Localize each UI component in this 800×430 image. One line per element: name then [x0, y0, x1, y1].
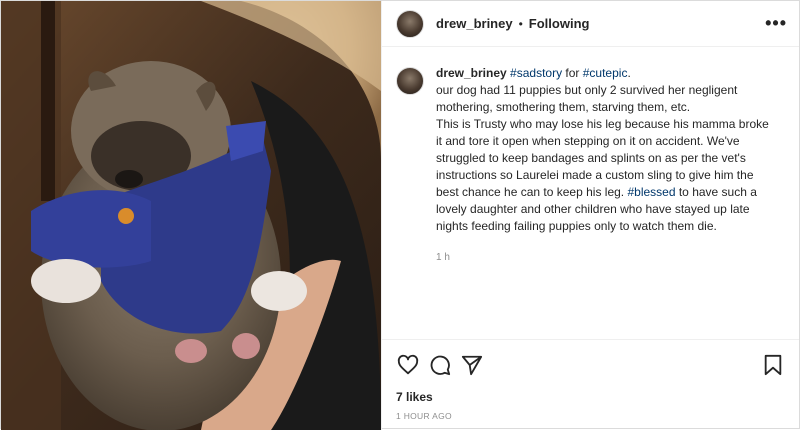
hashtag-sadstory[interactable]: #sadstory	[510, 66, 562, 80]
header-separator: •	[518, 16, 523, 31]
post-timestamp: 1 HOUR AGO	[396, 411, 452, 421]
caption-line-2: our dog had 11 puppies but only 2 surviv…	[436, 83, 738, 114]
comment-icon[interactable]	[424, 349, 456, 381]
likes-count[interactable]: 7 likes	[396, 390, 433, 404]
hashtag-cutepic[interactable]: #cutepic	[583, 66, 628, 80]
post-card: drew_briney • Following ••• drew_briney …	[0, 0, 800, 430]
more-options-icon[interactable]: •••	[765, 13, 787, 34]
caption-text: drew_briney #sadstory for #cutepic. our …	[436, 65, 776, 266]
caption-timestamp[interactable]: 1 h	[436, 249, 776, 266]
caption-for: for	[562, 66, 583, 80]
action-bar	[382, 339, 799, 389]
post-image[interactable]	[1, 1, 381, 430]
puppy-photo	[1, 1, 381, 430]
share-icon[interactable]	[456, 349, 488, 381]
follow-status-button[interactable]: Following	[529, 16, 590, 31]
header-username[interactable]: drew_briney	[436, 16, 513, 31]
heart-icon[interactable]	[392, 349, 424, 381]
caption-period: .	[627, 66, 631, 80]
caption-username[interactable]: drew_briney	[436, 66, 507, 80]
post-header: drew_briney • Following •••	[382, 1, 799, 47]
caption-block: drew_briney #sadstory for #cutepic. our …	[382, 47, 799, 266]
avatar[interactable]	[396, 9, 424, 38]
bookmark-icon[interactable]	[757, 349, 789, 381]
post-details-panel: drew_briney • Following ••• drew_briney …	[381, 1, 799, 430]
caption-avatar[interactable]	[396, 67, 424, 95]
hashtag-blessed[interactable]: #blessed	[627, 185, 675, 199]
